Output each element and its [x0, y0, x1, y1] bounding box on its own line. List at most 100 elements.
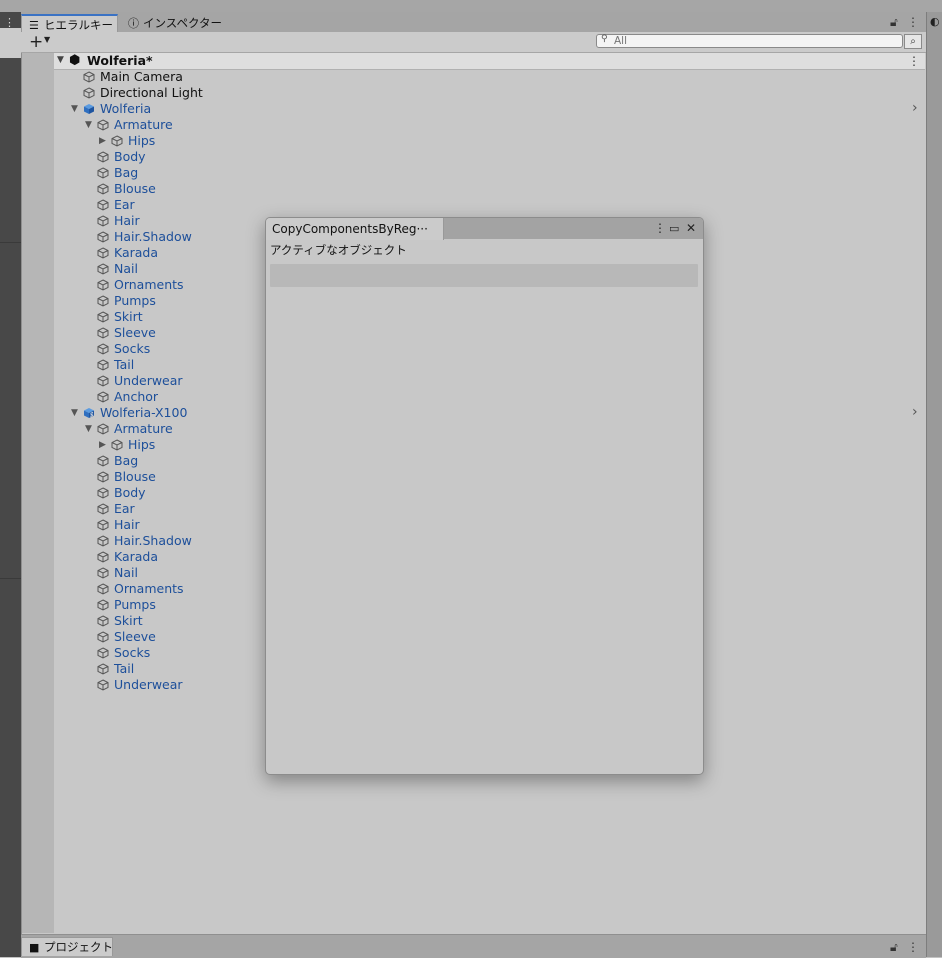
- left-panel-strip: [0, 28, 21, 58]
- expand-triangle-icon[interactable]: ▼: [85, 421, 95, 437]
- lock-icon[interactable]: 🔓︎: [890, 937, 898, 957]
- tree-row-label: Ear: [114, 197, 135, 212]
- unity-scene-icon: ⬢: [69, 53, 81, 68]
- window-tab[interactable]: CopyComponentsByReg···: [266, 218, 444, 240]
- tree-row-label: Directional Light: [100, 85, 203, 100]
- search-by-type-button[interactable]: ⌕: [904, 34, 922, 49]
- expand-triangle-icon[interactable]: ▼: [57, 55, 64, 65]
- close-icon[interactable]: ✕: [686, 218, 696, 239]
- editor-top-strip: [0, 0, 942, 12]
- chevron-right-icon[interactable]: ›: [912, 404, 918, 420]
- kebab-menu-icon[interactable]: ⋮: [908, 54, 920, 68]
- tree-row[interactable]: Directional Light: [54, 85, 914, 101]
- add-button[interactable]: +: [29, 32, 43, 52]
- scene-view-edge: ⋮: [0, 12, 21, 957]
- gameobject-icon: [97, 311, 109, 323]
- gameobject-icon: [97, 215, 109, 227]
- gameobject-icon: [111, 135, 123, 147]
- active-object-label: アクティブなオブジェクト: [270, 243, 407, 257]
- gameobject-icon: [97, 247, 109, 259]
- expand-triangle-icon[interactable]: ▼: [85, 117, 95, 133]
- search-field[interactable]: ⚲: [596, 34, 903, 48]
- gameobject-icon: [83, 71, 95, 83]
- divider: [0, 242, 21, 243]
- kebab-menu-icon[interactable]: ⋮: [654, 218, 666, 239]
- gameobject-icon: [97, 183, 109, 195]
- gameobject-icon: [97, 471, 109, 483]
- tree-row-label: Anchor: [114, 389, 159, 404]
- gameobject-icon: [97, 455, 109, 467]
- gameobject-icon: [97, 551, 109, 563]
- gameobject-icon: [97, 327, 109, 339]
- tree-row-label: Blouse: [114, 469, 156, 484]
- chevron-right-icon[interactable]: ›: [912, 100, 918, 116]
- prefab-variant-icon: [83, 407, 95, 419]
- tab-inspector[interactable]: ⓘ インスペクター: [121, 14, 222, 33]
- tree-row-label: Tail: [114, 661, 135, 676]
- tree-row-label: Skirt: [114, 613, 143, 628]
- tree-row[interactable]: Blouse: [54, 181, 914, 197]
- tab-hierarchy[interactable]: ☰ ヒエラルキー: [21, 14, 118, 33]
- tree-row-label: Hair.Shadow: [114, 533, 192, 548]
- tree-row-label: Hair: [114, 517, 140, 532]
- kebab-menu-icon[interactable]: ⋮: [907, 12, 919, 32]
- gameobject-icon: [97, 503, 109, 515]
- tree-row[interactable]: Body: [54, 149, 914, 165]
- tree-row-label: Nail: [114, 565, 138, 580]
- tree-row[interactable]: ▶ Hips: [54, 133, 914, 149]
- tab-project[interactable]: ■ プロジェクト: [21, 937, 113, 956]
- gameobject-icon: [97, 615, 109, 627]
- tree-row-label: Hips: [128, 133, 156, 148]
- collapsed-triangle-icon[interactable]: ▶: [99, 133, 109, 149]
- search-input[interactable]: [614, 35, 874, 47]
- tree-row-label: Socks: [114, 341, 151, 356]
- gameobject-icon: [97, 535, 109, 547]
- tree-row-label: Armature: [114, 421, 173, 436]
- kebab-menu-icon[interactable]: ⋮: [907, 937, 919, 957]
- tree-row-label: Wolferia-X100: [100, 405, 188, 420]
- gameobject-icon: [97, 647, 109, 659]
- gameobject-icon: [97, 487, 109, 499]
- gameobject-icon: [97, 423, 109, 435]
- hierarchy-gutter: [22, 53, 54, 933]
- right-panel-edge: ◐: [926, 12, 942, 957]
- tree-row-label: Underwear: [114, 373, 183, 388]
- gameobject-icon: [97, 631, 109, 643]
- tree-row[interactable]: Bag: [54, 165, 914, 181]
- scene-header-row[interactable]: ▼ ⬢ Wolferia* ⋮: [54, 53, 925, 70]
- tree-row-label: Armature: [114, 117, 173, 132]
- tree-row-label: Nail: [114, 261, 138, 276]
- tree-row-label: Blouse: [114, 181, 156, 196]
- maximize-icon[interactable]: ▭: [669, 218, 679, 239]
- gameobject-icon: [97, 279, 109, 291]
- tree-row[interactable]: Main Camera: [54, 69, 914, 85]
- tree-row-label: Bag: [114, 453, 139, 468]
- gameobject-icon: [83, 87, 95, 99]
- project-tab-bar: ■ プロジェクト 🔓︎ ⋮: [21, 934, 926, 958]
- gameobject-icon: [97, 231, 109, 243]
- gameobject-icon: [97, 295, 109, 307]
- tree-row[interactable]: ▼ Armature: [54, 117, 914, 133]
- lock-icon[interactable]: 🔓︎: [890, 12, 898, 32]
- hierarchy-toolbar: + ▼ ⚲ ⌕: [21, 32, 926, 53]
- tree-row-label: Ornaments: [114, 581, 184, 596]
- copy-components-window: CopyComponentsByReg··· ⋮ ▭ ✕ アクティブなオブジェク…: [265, 217, 704, 775]
- gameobject-icon: [97, 519, 109, 531]
- active-object-field[interactable]: [270, 264, 698, 287]
- tree-row-label: Wolferia: [100, 101, 152, 116]
- tree-row[interactable]: ▼ Wolferia: [54, 101, 914, 117]
- expand-triangle-icon[interactable]: ▼: [71, 405, 81, 421]
- expand-triangle-icon[interactable]: ▼: [71, 101, 81, 117]
- chevron-down-icon[interactable]: ▼: [44, 35, 50, 44]
- tree-row-label: Pumps: [114, 597, 156, 612]
- gameobject-icon: [97, 567, 109, 579]
- collapsed-triangle-icon[interactable]: ▶: [99, 437, 109, 453]
- gameobject-icon: [97, 599, 109, 611]
- tree-row-label: Hips: [128, 437, 156, 452]
- tab-project-label: プロジェクト: [44, 940, 113, 954]
- tree-row-label: Sleeve: [114, 325, 156, 340]
- tree-row[interactable]: Ear: [54, 197, 914, 213]
- gameobject-icon: [97, 119, 109, 131]
- tree-row-label: Ornaments: [114, 277, 184, 292]
- info-icon: ◐: [930, 15, 940, 28]
